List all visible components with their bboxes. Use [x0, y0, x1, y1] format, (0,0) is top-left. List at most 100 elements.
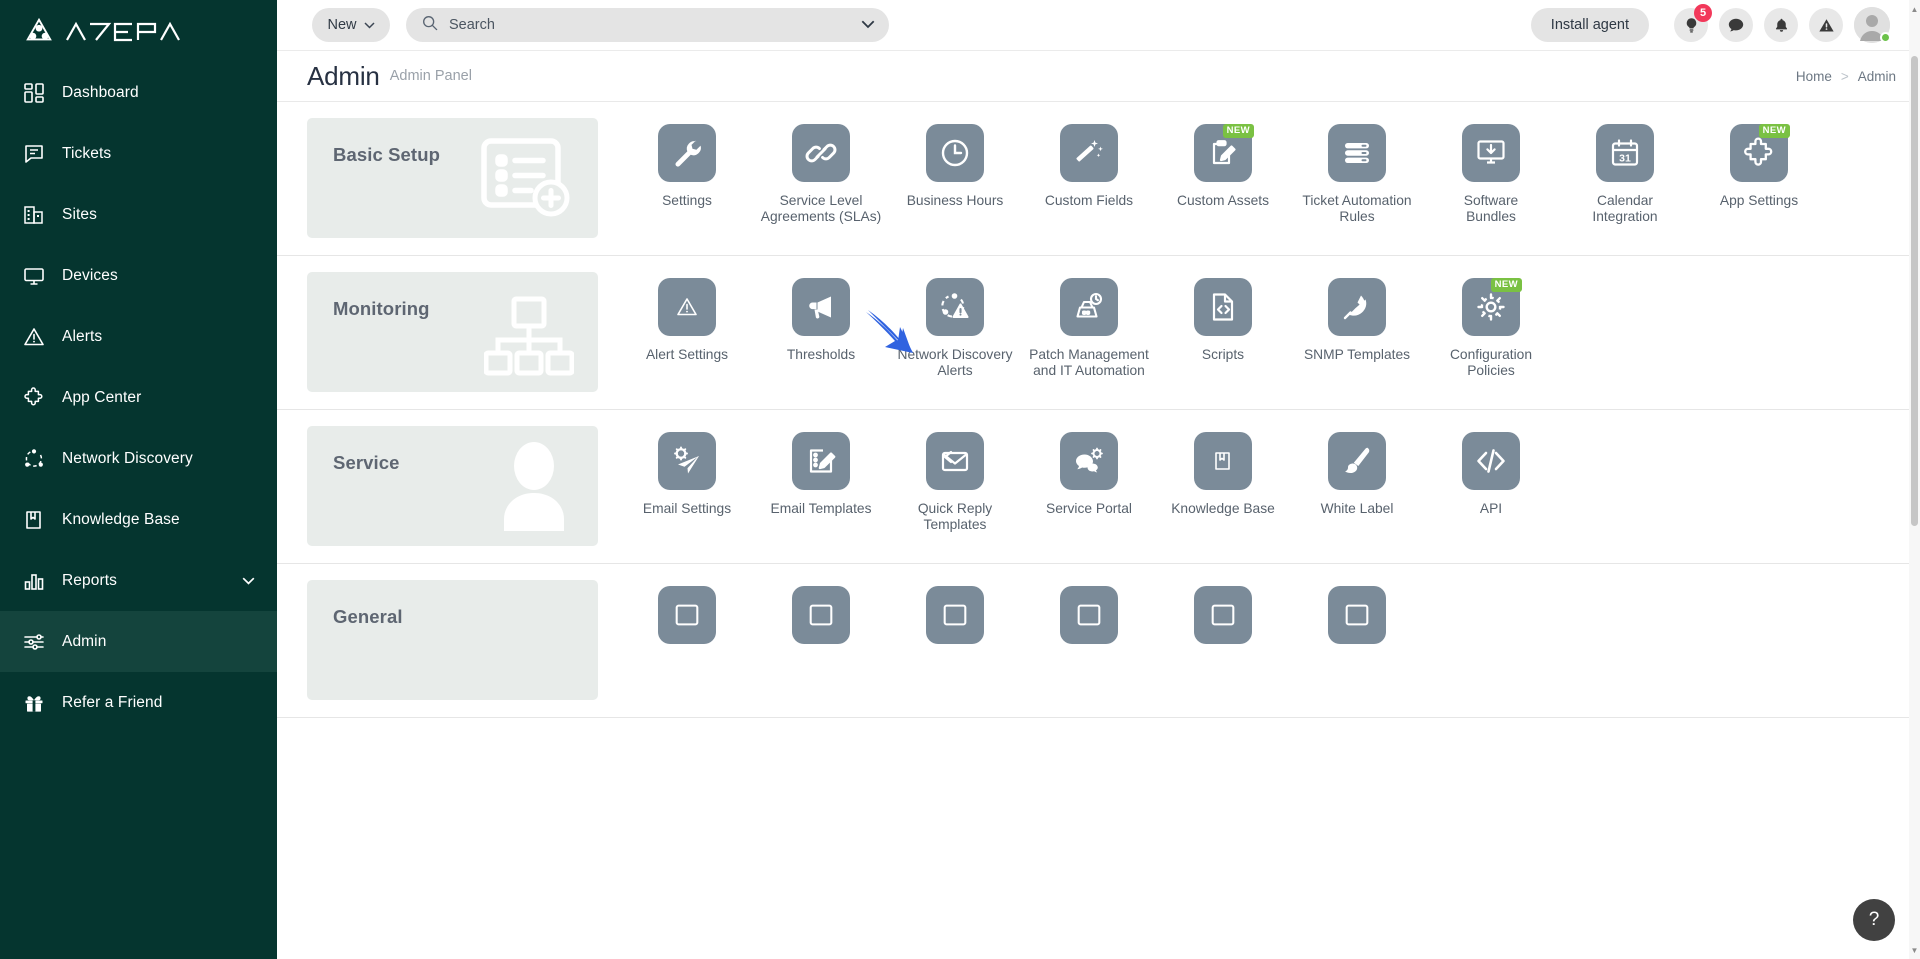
tile-thresholds[interactable]: Thresholds — [754, 278, 888, 379]
bell-icon[interactable] — [1764, 8, 1798, 42]
tile-label: App Settings — [1720, 193, 1798, 209]
tile-tile-2[interactable] — [888, 586, 1022, 655]
tile-tile-4[interactable] — [1156, 586, 1290, 655]
tile-grid: SettingsService Level Agreements (SLAs)B… — [598, 102, 1890, 255]
tile-settings[interactable]: Settings — [620, 124, 754, 225]
tile-label: Configuration Policies — [1450, 347, 1532, 379]
warning-triangle-icon — [22, 325, 46, 349]
tile-tile-3[interactable] — [1022, 586, 1156, 655]
tile-network-discovery-alerts[interactable]: Network Discovery Alerts — [888, 278, 1022, 379]
generic-tile-icon — [926, 586, 984, 644]
puzzle-icon — [22, 386, 46, 410]
brand-logo[interactable] — [0, 0, 277, 62]
install-agent-button[interactable]: Install agent — [1531, 8, 1649, 42]
tile-white-label[interactable]: White Label — [1290, 432, 1424, 533]
ticket-chat-icon — [22, 142, 46, 166]
sidebar-item-knowledge-base[interactable]: Knowledge Base — [0, 489, 277, 550]
install-agent-label: Install agent — [1551, 17, 1629, 33]
tile-custom-assets[interactable]: NEWCustom Assets — [1156, 124, 1290, 225]
template-edit-icon — [792, 432, 850, 490]
sidebar-item-refer-a-friend[interactable]: Refer a Friend — [0, 672, 277, 733]
sidebar-item-network-discovery[interactable]: Network Discovery — [0, 428, 277, 489]
tile-tile-1[interactable] — [754, 586, 888, 655]
online-status-dot — [1880, 32, 1891, 43]
network-alert-icon — [926, 278, 984, 336]
new-button-label: New — [327, 17, 356, 33]
send-gear-icon — [658, 432, 716, 490]
section-card: General — [307, 580, 598, 700]
tile-patch-management-and-it-automation[interactable]: Patch Management and IT Automation — [1022, 278, 1156, 379]
tile-alert-settings[interactable]: Alert Settings — [620, 278, 754, 379]
new-button[interactable]: New — [312, 8, 390, 42]
tile-tile-5[interactable] — [1290, 586, 1424, 655]
tile-quick-reply-templates[interactable]: Quick Reply Templates — [888, 432, 1022, 533]
tile-tile-0[interactable] — [620, 586, 754, 655]
tile-label: White Label — [1321, 501, 1394, 517]
generic-tile-icon — [658, 586, 716, 644]
search-placeholder: Search — [449, 17, 850, 33]
sidebar-item-alerts[interactable]: Alerts — [0, 306, 277, 367]
tile-business-hours[interactable]: Business Hours — [888, 124, 1022, 225]
section-monitoring: MonitoringAlert SettingsThresholdsNetwor… — [277, 256, 1920, 410]
tile-snmp-templates[interactable]: SNMP Templates — [1290, 278, 1424, 379]
tile-api[interactable]: API — [1424, 432, 1558, 533]
sidebar-item-app-center[interactable]: App Center — [0, 367, 277, 428]
tile-label: Scripts — [1202, 347, 1244, 363]
tile-calendar-integration[interactable]: 31 Calendar Integration — [1558, 124, 1692, 225]
alert-triangle-icon[interactable] — [1809, 8, 1843, 42]
tile-app-settings[interactable]: NEW App Settings — [1692, 124, 1826, 225]
sidebar-item-devices[interactable]: Devices — [0, 245, 277, 306]
chat-bubble-icon[interactable] — [1719, 8, 1753, 42]
tile-ticket-automation-rules[interactable]: Ticket Automation Rules — [1290, 124, 1424, 225]
page-scrollbar[interactable]: ▲ ▼ — [1909, 0, 1920, 959]
tile-label: SNMP Templates — [1304, 347, 1410, 363]
sidebar-item-admin[interactable]: Admin — [0, 611, 277, 672]
sidebar: DashboardTickets Sites DevicesAlertsApp Ce… — [0, 0, 277, 959]
sidebar-item-label: Network Discovery — [62, 450, 193, 468]
scrollbar-thumb[interactable] — [1911, 56, 1918, 526]
tile-configuration-policies[interactable]: NEWConfiguration Policies — [1424, 278, 1558, 379]
tile-software-bundles[interactable]: Software Bundles — [1424, 124, 1558, 225]
scroll-down-arrow[interactable]: ▼ — [1909, 943, 1920, 957]
sidebar-item-label: Sites — [62, 206, 97, 224]
sidebar-item-reports[interactable]: Reports — [0, 550, 277, 611]
tile-label: Service Portal — [1046, 501, 1132, 517]
sidebar-item-sites[interactable]: Sites — [0, 184, 277, 245]
sidebar-item-dashboard[interactable]: Dashboard — [0, 62, 277, 123]
tile-label: API — [1480, 501, 1502, 517]
section-service: Service Email SettingsEmail TemplatesQuic… — [277, 410, 1920, 564]
server-rules-icon — [1328, 124, 1386, 182]
list-add-icon — [478, 135, 574, 228]
tile-knowledge-base[interactable]: Knowledge Base — [1156, 432, 1290, 533]
new-badge: NEW — [1223, 124, 1254, 138]
tile-service-level-agreements-slas[interactable]: Service Level Agreements (SLAs) — [754, 124, 888, 225]
sidebar-item-tickets[interactable]: Tickets — [0, 123, 277, 184]
mail-reply-icon — [926, 432, 984, 490]
lightbulb-icon[interactable]: 5 — [1674, 8, 1708, 42]
tile-custom-fields[interactable]: Custom Fields — [1022, 124, 1156, 225]
generic-tile-icon — [792, 586, 850, 644]
tile-email-settings[interactable]: Email Settings — [620, 432, 754, 533]
search-dropdown-icon[interactable] — [861, 16, 875, 34]
section-title: Service — [333, 452, 400, 474]
search-input[interactable]: Search — [406, 8, 889, 42]
admin-sections: Basic SetupSettingsService Level Agreeme… — [277, 102, 1920, 959]
tile-service-portal[interactable]: Service Portal — [1022, 432, 1156, 533]
chevron-down-icon[interactable] — [242, 572, 255, 590]
calendar-31-icon: 31 — [1596, 124, 1654, 182]
code-file-icon — [1194, 278, 1252, 336]
breadcrumb-home[interactable]: Home — [1796, 69, 1832, 84]
tile-email-templates[interactable]: Email Templates — [754, 432, 888, 533]
tile-label: Knowledge Base — [1171, 501, 1275, 517]
link-chain-icon — [792, 124, 850, 182]
warning-triangle-icon — [658, 278, 716, 336]
help-button[interactable]: ? — [1853, 899, 1895, 941]
scroll-up-arrow[interactable]: ▲ — [1909, 2, 1920, 16]
new-badge: NEW — [1759, 124, 1790, 138]
top-bar: New Search Install agent — [277, 0, 1920, 51]
user-avatar[interactable] — [1854, 7, 1890, 43]
code-brackets-icon — [1462, 432, 1520, 490]
svg-text:31: 31 — [1619, 153, 1631, 165]
tile-label: Calendar Integration — [1592, 193, 1657, 225]
tile-scripts[interactable]: Scripts — [1156, 278, 1290, 379]
